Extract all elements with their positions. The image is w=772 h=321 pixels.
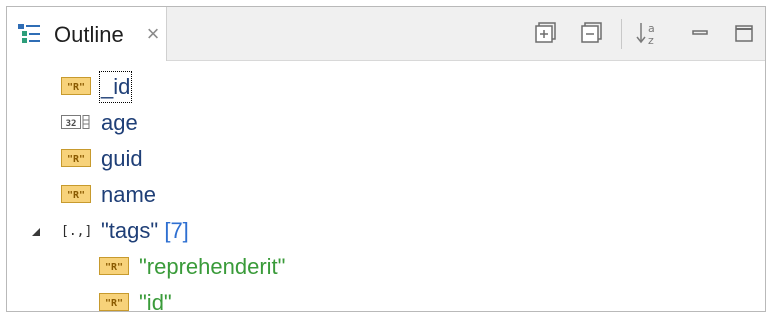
tree-item-label: _id: [98, 71, 133, 103]
svg-text:[.,]: [.,]: [61, 224, 92, 239]
svg-text:"R": "R": [67, 190, 85, 201]
string-value-icon: "R": [99, 293, 129, 311]
tree-item[interactable]: 32 age: [7, 105, 765, 141]
tree-item-label: "tags" [7]: [101, 217, 189, 245]
string-field-icon: "R": [61, 185, 91, 203]
tab-title: Outline: [54, 22, 124, 47]
close-icon[interactable]: ×: [143, 23, 163, 45]
string-field-icon: "R": [61, 77, 91, 95]
svg-text:"R": "R": [67, 82, 85, 93]
array-count: [7]: [164, 218, 189, 243]
svg-text:z: z: [648, 34, 654, 46]
tab-outline[interactable]: Outline ×: [7, 7, 167, 61]
svg-text:"R": "R": [105, 298, 123, 309]
collapse-all-icon[interactable]: [579, 20, 605, 46]
expanded-triangle-icon[interactable]: [31, 227, 41, 237]
outline-tree: "R" _id 32 age "R" guid "R" name [.,] "t…: [7, 61, 765, 315]
sort-az-icon[interactable]: a z: [635, 20, 661, 46]
string-value-icon: "R": [99, 257, 129, 275]
tree-item-value: "reprehenderit": [139, 254, 286, 279]
tree-item[interactable]: "R" name: [7, 177, 765, 213]
tree-item-label: name: [101, 182, 157, 207]
toolbar-divider: [621, 19, 622, 49]
tree-item-value: "id": [139, 290, 172, 315]
maximize-icon[interactable]: [731, 20, 757, 46]
number-field-icon: 32: [61, 115, 90, 129]
string-field-icon: "R": [61, 149, 91, 167]
tree-item[interactable]: "R" "reprehenderit": [7, 249, 765, 285]
tree-item[interactable]: "R" _id: [7, 69, 765, 105]
array-field-icon: [.,]: [61, 224, 92, 239]
tree-item-label: age: [101, 110, 138, 135]
array-name: "tags": [101, 218, 159, 243]
svg-text:32: 32: [66, 119, 77, 129]
tree-item[interactable]: [.,] "tags" [7]: [7, 213, 765, 249]
panel-header: Outline × a z: [7, 7, 765, 61]
tree-item[interactable]: "R" "id": [7, 285, 765, 321]
tree-item[interactable]: "R" guid: [7, 141, 765, 177]
svg-text:"R": "R": [67, 154, 85, 165]
outline-view-icon: [18, 24, 40, 43]
minimize-icon[interactable]: [687, 20, 713, 46]
tree-item-label: guid: [101, 146, 143, 171]
svg-text:"R": "R": [105, 262, 123, 273]
expand-all-icon[interactable]: [533, 20, 559, 46]
outline-panel: Outline × a z "R" _id 32 age "R" guid "R…: [6, 6, 766, 315]
